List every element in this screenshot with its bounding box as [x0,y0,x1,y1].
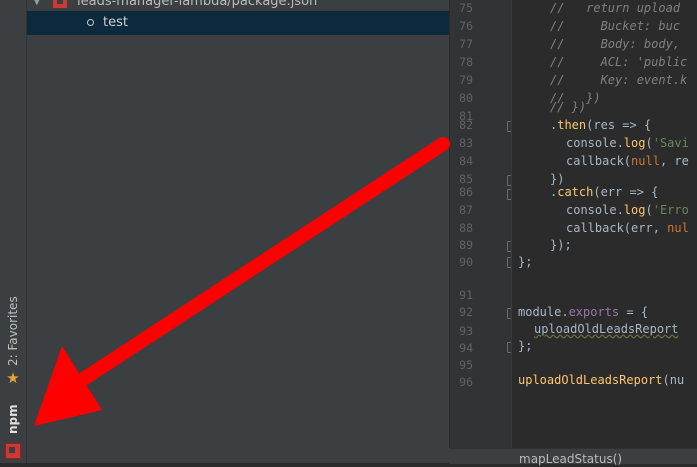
arrow-shaft [75,137,450,387]
arrow-head [34,346,102,426]
annotation-arrow [34,137,450,426]
